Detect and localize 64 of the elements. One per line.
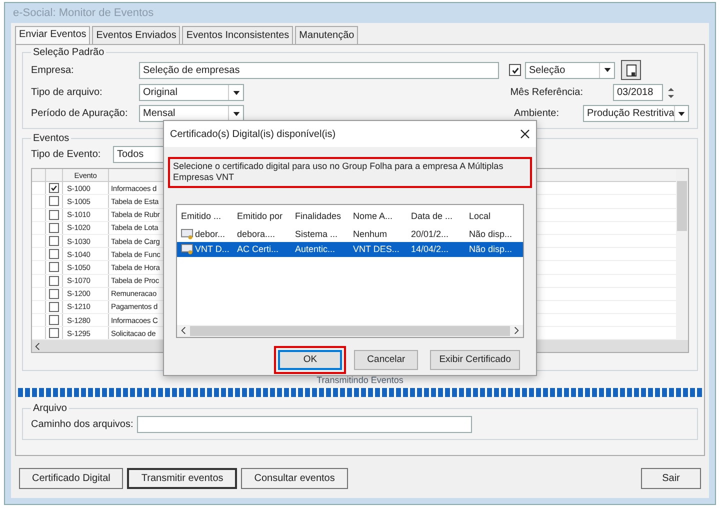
checkbox[interactable]: [49, 276, 59, 286]
column-header[interactable]: Finalidades: [295, 210, 353, 220]
checkbox[interactable]: [49, 302, 59, 312]
exit-button[interactable]: Sair: [641, 468, 701, 489]
action-button[interactable]: Certificado Digital: [19, 468, 124, 489]
dialog-button[interactable]: Cancelar: [354, 350, 418, 370]
column-header[interactable]: Emitido ...: [181, 210, 237, 220]
period-dropdown[interactable]: Mensal: [139, 105, 244, 122]
company-field[interactable]: Seleção de empresas: [139, 62, 499, 78]
certificate-row[interactable]: debor... debora.... Sistema ... Nenhum 20/01/2... Não disp...: [177, 226, 523, 242]
checkbox[interactable]: [49, 249, 59, 260]
tab[interactable]: Eventos Inconsistentes: [182, 26, 294, 44]
checkbox[interactable]: [49, 315, 59, 326]
dialog-button[interactable]: Exibir Certificado: [430, 350, 520, 370]
dialog-button[interactable]: OK: [278, 350, 342, 370]
dialog-title: Certificado(s) Digital(is) disponível(is): [170, 128, 336, 140]
progress-label: Transmitindo Eventos: [316, 375, 404, 386]
path-field[interactable]: [137, 416, 472, 433]
field-label: Mês Referência:: [510, 87, 583, 98]
caret-icon: [232, 112, 240, 116]
vertical-scrollbar[interactable]: [676, 169, 688, 340]
checkbox[interactable]: [49, 288, 59, 299]
caret-icon: [232, 90, 240, 94]
field-label: Empresa:: [31, 64, 75, 76]
column-header[interactable]: Local: [469, 210, 519, 220]
window-title: e-Social: Monitor de Eventos: [13, 7, 154, 19]
action-button[interactable]: Transmitir eventos: [127, 468, 238, 489]
action-button[interactable]: Consultar eventos: [241, 468, 348, 489]
checkbox[interactable]: [49, 183, 59, 194]
close-icon[interactable]: [520, 129, 530, 139]
certificate-row[interactable]: VNT D... AC Certi... Autentic... VNT DES... 14/04/2... Não disp...: [177, 242, 523, 256]
tab[interactable]: Enviar Eventos: [15, 26, 90, 44]
column-header[interactable]: Emitido por: [237, 210, 295, 220]
column-header[interactable]: Data de ...: [411, 210, 469, 220]
month-field[interactable]: 03/2018: [613, 84, 663, 101]
horizontal-scrollbar[interactable]: [177, 324, 523, 336]
column-header[interactable]: Nome A...: [353, 210, 411, 220]
certificate-icon: [181, 244, 194, 254]
tab[interactable]: Eventos Enviados: [92, 26, 180, 44]
checkbox[interactable]: [49, 262, 59, 272]
checkbox[interactable]: [49, 236, 59, 246]
selection-dropdown[interactable]: Seleção: [525, 62, 615, 78]
field-label: Caminho dos arquivos:: [31, 419, 134, 430]
field-label: Ambiente:: [514, 108, 559, 119]
dialog-message: Selecione o certificado digital para uso no Group Folha para a empresa A Múltiplas Empresas VNT: [168, 157, 532, 188]
checkbox[interactable]: [49, 210, 59, 220]
tab[interactable]: Manutenção: [295, 26, 358, 44]
field-label: Tipo de Evento:: [31, 149, 102, 160]
file-type-dropdown[interactable]: Original: [139, 84, 244, 101]
checkbox[interactable]: [49, 328, 59, 338]
caret-icon: [604, 68, 610, 72]
environment-dropdown[interactable]: Produção Restritiva: [583, 105, 689, 122]
checkbox[interactable]: [509, 64, 521, 76]
group-label: Seleção Padrão: [32, 47, 106, 58]
document-icon[interactable]: [621, 60, 641, 80]
field-label: Tipo de arquivo:: [31, 87, 104, 98]
checkbox[interactable]: [49, 222, 59, 233]
group-label: Arquivo: [32, 403, 68, 414]
spinner-icon[interactable]: [667, 86, 675, 100]
certificate-icon: [181, 228, 194, 240]
caret-icon: [678, 112, 686, 116]
group-label: Eventos: [32, 133, 70, 144]
field-label: Período de Apuração:: [31, 108, 129, 119]
checkbox[interactable]: [49, 196, 59, 206]
